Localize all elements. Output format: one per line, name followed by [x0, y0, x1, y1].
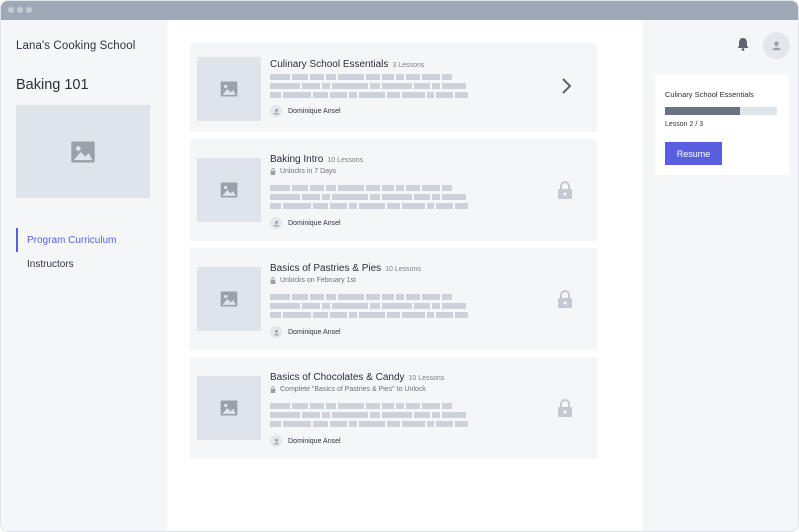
nav-program-curriculum[interactable]: Program Curriculum	[16, 228, 166, 252]
unlock-status-text: Complete "Basics of Pastries & Pies" to …	[280, 386, 426, 393]
course-title: Baking 101	[16, 77, 89, 93]
course-card[interactable]: Basics of Chocolates & Candy 10 Lessons C…	[190, 357, 597, 459]
minimize-dot[interactable]	[17, 7, 23, 13]
window-titlebar	[1, 1, 798, 20]
unlock-status-text: Unlocks in 7 Days	[280, 168, 337, 175]
course-title: Baking Intro 10 Lessons	[270, 154, 363, 165]
course-title-text: Basics of Pastries & Pies	[270, 263, 382, 274]
author-avatar-icon	[270, 105, 282, 117]
lesson-progress-label: Lesson 2 / 3	[665, 121, 704, 128]
course-card[interactable]: Basics of Pastries & Pies 10 Lessons Unlo…	[190, 248, 597, 350]
author-name: Dominique Ansel	[288, 107, 341, 115]
course-thumbnail	[197, 376, 261, 440]
lesson-count: 10 Lessons	[385, 266, 421, 273]
course-title-text: Culinary School Essentials	[270, 59, 389, 70]
progress-course-title: Culinary School Essentials	[665, 90, 754, 99]
lesson-count: 10 Lessons	[408, 375, 445, 382]
maximize-dot[interactable]	[26, 7, 32, 13]
author-avatar-icon	[270, 217, 282, 229]
course-title: Basics of Chocolates & Candy 10 Lessons	[270, 372, 444, 383]
lesson-count: 3 Lessons	[392, 62, 425, 69]
description-skeleton	[270, 74, 470, 101]
author-avatar-icon	[270, 326, 282, 338]
author-name: Dominique Ansel	[288, 219, 341, 227]
author-name: Dominique Ansel	[288, 328, 341, 336]
user-avatar-icon[interactable]	[763, 32, 790, 59]
unlock-status: Unlocks in 7 Days	[270, 168, 336, 175]
course-title: Culinary School Essentials 3 Lessons	[270, 59, 424, 70]
course-card[interactable]: Baking Intro 10 Lessons Unlocks in 7 Days…	[190, 139, 597, 241]
course-title-text: Basics of Chocolates & Candy	[270, 372, 405, 383]
image-placeholder-icon	[71, 141, 95, 162]
lock-icon	[557, 290, 573, 308]
course-thumbnail	[197, 158, 261, 222]
right-panel: Culinary School Essentials Lesson 2 / 3 …	[643, 20, 798, 531]
close-dot[interactable]	[8, 7, 14, 13]
lock-icon	[557, 181, 573, 199]
course-image	[16, 105, 150, 198]
lock-small-icon	[270, 277, 276, 284]
course-thumbnail	[197, 57, 261, 121]
image-placeholder-icon	[220, 400, 238, 416]
progress-card: Culinary School Essentials Lesson 2 / 3 …	[655, 75, 789, 175]
progress-bar	[665, 107, 777, 115]
author-name: Dominique Ansel	[288, 437, 341, 445]
author: Dominique Ansel	[270, 435, 341, 447]
author: Dominique Ansel	[270, 326, 341, 338]
bell-icon[interactable]	[737, 37, 749, 56]
description-skeleton	[270, 294, 470, 321]
image-placeholder-icon	[220, 81, 238, 97]
progress-bar-fill	[665, 107, 741, 115]
chevron-right-icon[interactable]	[561, 77, 573, 95]
lesson-count: 10 Lessons	[327, 157, 364, 164]
description-skeleton	[270, 403, 470, 430]
image-placeholder-icon	[220, 291, 238, 307]
author: Dominique Ansel	[270, 217, 341, 229]
course-card[interactable]: Culinary School Essentials 3 Lessons Domi…	[190, 43, 597, 132]
description-skeleton	[270, 185, 470, 212]
author-avatar-icon	[270, 435, 282, 447]
unlock-status-text: Unlocks on February 1st	[280, 277, 356, 284]
unlock-status: Unlocks on February 1st	[270, 277, 356, 284]
lock-small-icon	[270, 168, 276, 175]
image-placeholder-icon	[220, 182, 238, 198]
course-title: Basics of Pastries & Pies 10 Lessons	[270, 263, 421, 274]
course-title-text: Baking Intro	[270, 154, 324, 165]
main-content: Culinary School Essentials 3 Lessons Domi…	[167, 20, 643, 531]
app-window: Lana's Cooking School Baking 101 Program…	[0, 0, 799, 532]
lock-icon	[557, 399, 573, 417]
course-thumbnail	[197, 267, 261, 331]
sidebar: Lana's Cooking School Baking 101 Program…	[1, 20, 167, 531]
unlock-status: Complete "Basics of Pastries & Pies" to …	[270, 386, 426, 393]
nav-instructors[interactable]: Instructors	[16, 252, 166, 276]
school-name: Lana's Cooking School	[16, 40, 136, 52]
lock-small-icon	[270, 386, 276, 393]
resume-button[interactable]: Resume	[665, 142, 722, 165]
author: Dominique Ansel	[270, 105, 341, 117]
